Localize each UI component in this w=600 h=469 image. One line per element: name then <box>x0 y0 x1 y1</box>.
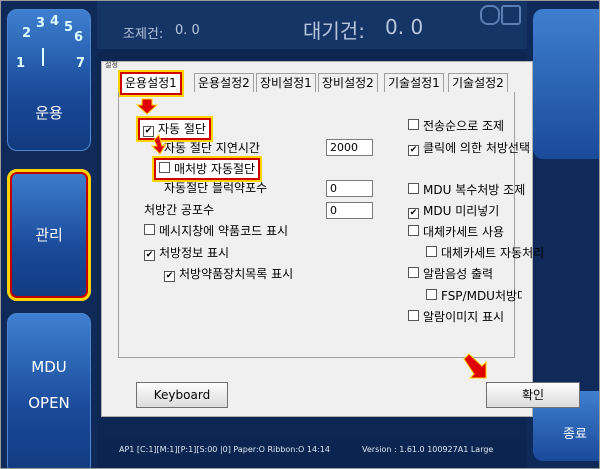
fsp-voice-label: FSP/MDU처방대기중음성 출 <box>441 289 522 303</box>
run-label: 운용 <box>35 104 63 122</box>
top-icon <box>480 5 500 25</box>
status-right: Version : 1.61.0 100927A1 Large <box>362 445 494 454</box>
alt-cassette-auto-checkbox[interactable]: 대체카세트 자동처리 <box>426 245 544 261</box>
show-code-label: 메시지창에 약품코드 표시 <box>159 224 289 238</box>
checkbox-empty-icon <box>408 225 419 236</box>
show-code-checkbox[interactable]: 메시지창에 약품코드 표시 <box>144 223 288 239</box>
end-label: 종료 <box>563 427 587 442</box>
dial-needle <box>42 48 44 66</box>
wait-value: 0. 0 <box>385 15 424 39</box>
mdu-multi-checkbox[interactable]: MDU 복수처방 조제 <box>408 182 525 198</box>
tab-device-1[interactable]: 장비설정1 <box>256 73 316 92</box>
checkbox-checked-icon: ✔ <box>408 145 419 156</box>
show-rx-device-list-checkbox[interactable]: ✔ 처방약품장치목록 표시 <box>164 266 293 282</box>
checkbox-checked-icon: ✔ <box>143 126 154 137</box>
top-icon <box>501 5 521 25</box>
checkbox-empty-icon <box>426 246 437 257</box>
top-bar: 조제건: 0. 0 대기건: 0. 0 <box>97 1 527 49</box>
left-panel: 2 3 4 5 6 1 7 운용 관리 MDU OPEN <box>1 1 97 468</box>
tab-label: 장비설정1 <box>260 76 312 90</box>
alarm-image-label: 알람이미지 표시 <box>423 310 505 324</box>
checkbox-empty-icon <box>159 162 170 173</box>
by-send-order-checkbox[interactable]: 전송순으로 조제 <box>408 118 504 134</box>
auto-stop-block-input[interactable]: 0 <box>326 180 373 197</box>
alt-cassette-label: 대체카세트 사용 <box>423 225 505 239</box>
checkbox-empty-icon <box>408 183 419 194</box>
dial-icon: 2 3 4 5 6 1 7 <box>16 14 86 84</box>
checkbox-checked-icon: ✔ <box>408 208 419 219</box>
manage-label: 관리 <box>35 226 63 244</box>
checkbox-empty-icon <box>144 224 155 235</box>
fsp-voice-checkbox[interactable]: FSP/MDU처방대기중음성 출 <box>426 288 522 304</box>
checkbox-empty-icon <box>408 119 419 130</box>
tab-tech-2[interactable]: 기술설정2 <box>448 73 508 92</box>
dial-number: 7 <box>76 56 86 71</box>
dial-number: 1 <box>16 56 26 71</box>
tab-label: 운용설정2 <box>198 76 250 90</box>
click-select-label: 클릭에 의한 처방선택 <box>423 141 530 155</box>
keyboard-button[interactable]: Keyboard <box>136 382 228 408</box>
alt-cassette-checkbox[interactable]: 대체카세트 사용 <box>408 224 504 240</box>
manage-button[interactable]: 관리 <box>7 169 91 301</box>
alarm-image-checkbox[interactable]: 알람이미지 표시 <box>408 309 504 325</box>
by-send-order-label: 전송순으로 조제 <box>423 119 505 133</box>
checkbox-checked-icon: ✔ <box>164 271 175 282</box>
auto-stop-block-label: 자동절단 블럭약포수 <box>164 181 268 195</box>
auto-stop-checkbox[interactable]: ✔ 자동 절단 <box>138 118 211 140</box>
auto-stop-delay-input[interactable]: 2000 <box>326 139 373 156</box>
status-left: AP1 [C:1][M:1][P:1][S:00 |0] Paper:O Rib… <box>119 445 330 454</box>
mdu-label: MDU <box>31 358 67 376</box>
mdu-preload-label: MDU 미리넣기 <box>423 204 500 218</box>
right-top-button[interactable] <box>533 9 599 159</box>
status-bar: AP1 [C:1][M:1][P:1][S:00 |0] Paper:O Rib… <box>97 439 527 468</box>
app-window: 2 3 4 5 6 1 7 운용 관리 MDU OPEN 조제건: 0. 0 대… <box>0 0 600 469</box>
tab-tech-1[interactable]: 기술설정1 <box>384 73 444 92</box>
dial-number: 5 <box>64 20 74 35</box>
queue-label: 조제건: <box>123 27 164 42</box>
per-rx-auto-stop-label: 매처방 자동절단 <box>174 162 256 176</box>
mdu-preload-checkbox[interactable]: ✔ MDU 미리넣기 <box>408 203 499 219</box>
checkbox-empty-icon <box>426 289 437 300</box>
between-rx-label: 처방간 공포수 <box>144 203 215 217</box>
dial-number: 3 <box>36 16 46 31</box>
tab-label: 기술설정2 <box>452 76 504 90</box>
tab-ops-2[interactable]: 운용설정2 <box>194 73 254 92</box>
auto-stop-label: 자동 절단 <box>158 122 206 136</box>
ok-button[interactable]: 확인 <box>486 382 580 408</box>
show-rx-info-checkbox[interactable]: ✔ 처방정보 표시 <box>144 245 229 261</box>
dialog-title: 설정 <box>105 61 118 69</box>
alarm-voice-checkbox[interactable]: 알람음성 출력 <box>408 266 493 282</box>
tab-label: 장비설정2 <box>322 76 374 90</box>
mdu-multi-label: MDU 복수처방 조제 <box>423 183 526 197</box>
checkbox-checked-icon: ✔ <box>144 250 155 261</box>
tab-label: 기술설정1 <box>388 76 440 90</box>
run-button[interactable]: 2 3 4 5 6 1 7 운용 <box>7 9 91 151</box>
alt-cassette-auto-label: 대체카세트 자동처리 <box>441 246 545 260</box>
tab-device-2[interactable]: 장비설정2 <box>318 73 378 92</box>
click-select-checkbox[interactable]: ✔ 클릭에 의한 처방선택 <box>408 140 530 156</box>
alarm-voice-label: 알람음성 출력 <box>423 267 494 281</box>
settings-dialog: 설정 운용설정1 운용설정2 장비설정1 장비설정2 기술설정1 기술설정2 ✔… <box>101 61 580 417</box>
dial-number: 4 <box>50 14 60 29</box>
queue-value: 0. 0 <box>175 23 200 38</box>
tab-label: 운용설정1 <box>125 76 177 90</box>
wait-label: 대기건: <box>303 19 365 43</box>
show-rx-device-list-label: 처방약품장치목록 표시 <box>179 267 294 281</box>
open-label: OPEN <box>28 394 70 412</box>
checkbox-empty-icon <box>408 267 419 278</box>
dial-number: 6 <box>74 30 84 45</box>
checkbox-empty-icon <box>408 310 419 321</box>
mdu-open-button[interactable]: MDU OPEN <box>7 313 91 468</box>
auto-stop-delay-label: 자동 절단 지연시간 <box>164 141 260 155</box>
per-rx-auto-stop-checkbox[interactable]: 매처방 자동절단 <box>154 158 261 180</box>
show-rx-info-label: 처방정보 표시 <box>159 246 230 260</box>
between-rx-input[interactable]: 0 <box>326 202 373 219</box>
dial-number: 2 <box>22 26 32 41</box>
